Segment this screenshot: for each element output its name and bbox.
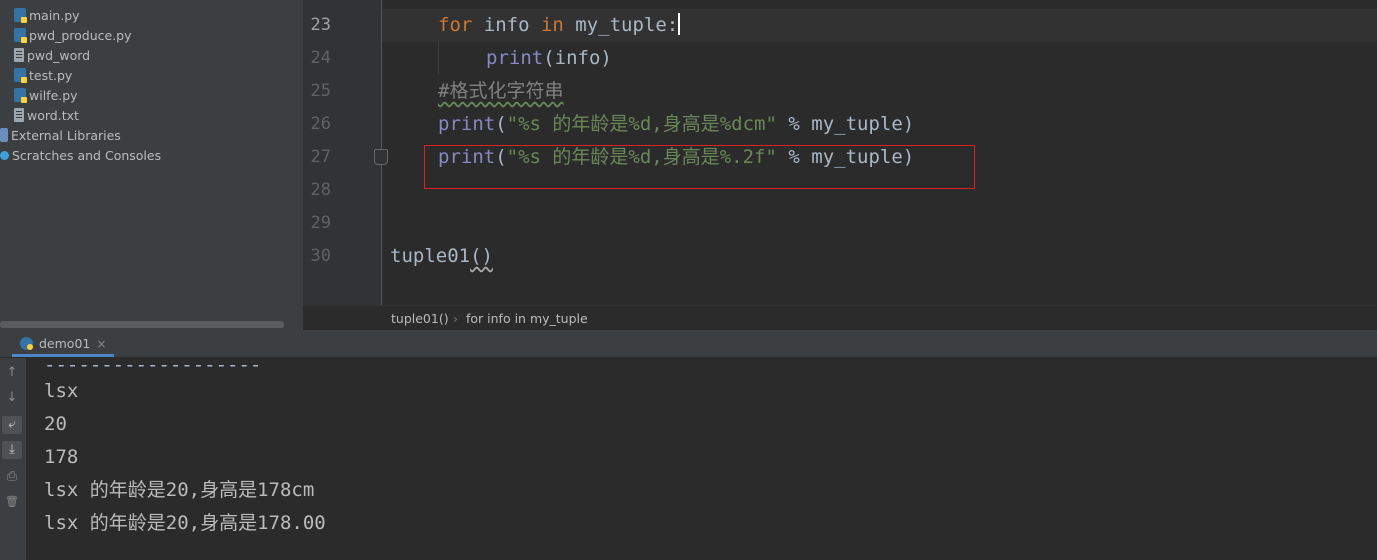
down-arrow-icon[interactable]: ↓ [2, 389, 22, 407]
tree-horizontal-scrollbar[interactable] [0, 321, 284, 328]
keyword-in: in [540, 14, 564, 36]
line-number-gutter: 23 24 25 26 27 28 29 30 [303, 0, 381, 305]
python-file-icon [14, 8, 27, 23]
console-line: 20 [44, 413, 67, 435]
run-tab-demo01[interactable]: demo01 × [12, 330, 115, 357]
tree-item-label: wilfe.py [29, 88, 78, 103]
console-line: lsx [44, 380, 79, 402]
annotation-highlight-box [424, 145, 975, 189]
tree-item-pwd-word[interactable]: pwd_word [14, 46, 90, 66]
run-panel-header: demo01 × [0, 330, 1377, 358]
line-number: 23 [310, 15, 331, 35]
tree-item-label: word.txt [27, 108, 79, 123]
tree-item-label: pwd_word [27, 48, 91, 63]
python-file-icon [14, 28, 27, 43]
code-token: () [470, 245, 493, 267]
line-number: 30 [310, 246, 331, 266]
scratches-icon [0, 151, 9, 160]
code-editor[interactable]: 23 24 25 26 27 28 29 30 for info in my_t… [303, 0, 1377, 305]
print-icon[interactable]: ⎙ [2, 468, 22, 486]
code-line-25: #格式化字符串 [438, 75, 563, 108]
tree-item-pwd-produce-py[interactable]: pwd_produce.py [14, 26, 132, 46]
builtin-print: print [486, 47, 544, 69]
code-line-23: for info in my_tuple: [438, 9, 681, 42]
soft-wrap-icon[interactable]: ⤶ [2, 416, 22, 434]
run-tab-label: demo01 [39, 336, 91, 351]
code-token: ( [495, 113, 507, 135]
python-icon [20, 337, 33, 350]
breadcrumb-separator: › [453, 311, 458, 326]
console-line: lsx 的年龄是20,身高是178cm [44, 479, 315, 501]
tree-item-label: Scratches and Consoles [12, 148, 162, 163]
code-token: info [472, 14, 541, 36]
code-token: my_tuple: [563, 14, 679, 36]
python-file-icon [14, 88, 27, 103]
tree-item-scratches-consoles[interactable]: Scratches and Consoles [0, 146, 161, 166]
line-number: 26 [310, 114, 331, 134]
tree-item-external-libraries[interactable]: External Libraries [0, 126, 121, 146]
tree-item-main-py[interactable]: main.py [14, 6, 80, 26]
library-icon [0, 128, 8, 142]
console-output[interactable]: ------------------- lsx 20 178 lsx 的年龄是2… [26, 358, 1377, 560]
code-line-24: print(info) [486, 42, 612, 75]
fold-end-icon[interactable] [374, 149, 388, 165]
console-separator-line: ------------------- [44, 358, 262, 376]
line-number: 28 [310, 180, 331, 200]
run-toolbar: ↑ ↓ ⤶ ⤓ ⎙ 🗑 [0, 358, 26, 560]
text-caret [678, 13, 681, 35]
code-token: (info) [543, 47, 612, 69]
tree-item-label: test.py [29, 68, 73, 83]
line-number: 27 [310, 147, 331, 167]
close-icon[interactable]: × [96, 337, 106, 351]
python-file-icon [14, 68, 27, 83]
tree-item-word-txt[interactable]: word.txt [14, 106, 79, 126]
line-number: 24 [310, 48, 331, 68]
code-line-26: print("%s 的年龄是%d,身高是%dcm" % my_tuple) [438, 108, 914, 141]
tree-item-wilfe-py[interactable]: wilfe.py [14, 86, 78, 106]
trash-icon[interactable]: 🗑 [2, 493, 22, 511]
tree-item-label: pwd_produce.py [29, 28, 132, 43]
tree-item-label: External Libraries [11, 128, 121, 143]
tree-item-label: main.py [29, 8, 80, 23]
code-token: % my_tuple) [776, 113, 915, 135]
breadcrumb-block[interactable]: for info in my_tuple [466, 306, 588, 331]
text-file-icon [14, 48, 24, 62]
line-number: 29 [310, 213, 331, 233]
indent-guide [438, 42, 439, 75]
text-file-icon [14, 108, 24, 122]
keyword-for: for [438, 14, 473, 36]
string-literal: "%s 的年龄是%d,身高是%dcm" [506, 113, 777, 135]
up-arrow-icon[interactable]: ↑ [2, 364, 22, 382]
tree-item-test-py[interactable]: test.py [14, 66, 72, 86]
code-comment: #格式化字符串 [438, 80, 564, 102]
breadcrumb: tuple01() › for info in my_tuple [303, 305, 1377, 331]
code-token: tuple01 [390, 245, 471, 267]
builtin-print: print [438, 113, 496, 135]
line-number: 25 [310, 81, 331, 101]
breadcrumb-function[interactable]: tuple01() [391, 306, 449, 331]
project-tree-panel: main.py pwd_produce.py pwd_word test.py … [0, 0, 303, 330]
console-line: 178 [44, 446, 79, 468]
scroll-to-end-icon[interactable]: ⤓ [2, 441, 22, 459]
console-line: lsx 的年龄是20,身高是178.00 [44, 512, 326, 534]
code-line-30: tuple01() [390, 240, 493, 273]
